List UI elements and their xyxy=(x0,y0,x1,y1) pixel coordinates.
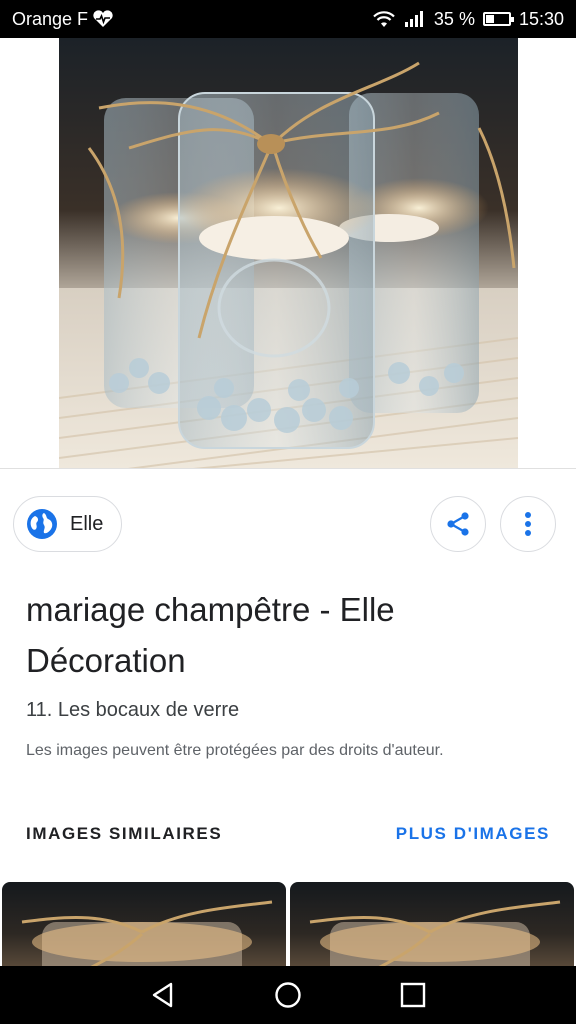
similar-images-heading: IMAGES SIMILAIRES xyxy=(26,824,223,843)
hero-container xyxy=(0,38,576,468)
wifi-icon xyxy=(373,11,395,27)
signal-icon xyxy=(404,11,423,27)
share-icon xyxy=(447,512,469,536)
copyright-notice: Les images peuvent être protégées par de… xyxy=(26,742,444,759)
home-icon[interactable] xyxy=(274,981,302,1009)
status-left: Orange F xyxy=(12,9,114,30)
back-icon[interactable] xyxy=(149,981,177,1009)
carrier-name: Orange F xyxy=(12,8,89,29)
mason-jar-candles-image[interactable] xyxy=(59,38,518,468)
mason-jar-illustration xyxy=(59,61,518,468)
source-chip[interactable]: Elle xyxy=(13,496,123,552)
navigation-bar xyxy=(0,966,576,1024)
battery-fill xyxy=(485,15,494,23)
thumbnail-illustration xyxy=(21,900,273,968)
divider xyxy=(0,468,576,469)
thumbnail-illustration xyxy=(309,900,561,968)
source-name: Elle xyxy=(70,512,104,535)
more-vert-icon xyxy=(525,512,531,536)
recents-icon[interactable] xyxy=(399,981,427,1009)
result-title[interactable]: mariage champêtre - Elle Décoration xyxy=(26,584,556,686)
status-bar: Orange F 35 % 15:30 xyxy=(0,0,576,38)
share-button[interactable] xyxy=(430,496,486,552)
battery-percent: 35 % xyxy=(433,8,475,29)
result-subtitle: 11. Les bocaux de verre xyxy=(26,699,240,721)
similar-image-thumbnail[interactable] xyxy=(290,882,574,968)
heart-monitor-icon xyxy=(93,10,113,28)
status-right: 35 % 15:30 xyxy=(372,9,564,30)
battery-icon xyxy=(482,12,514,26)
clock: 15:30 xyxy=(518,8,564,29)
globe-icon xyxy=(27,509,57,539)
more-images-link[interactable]: PLUS D'IMAGES xyxy=(396,824,550,844)
similar-image-thumbnail[interactable] xyxy=(2,882,286,968)
more-options-button[interactable] xyxy=(500,496,556,552)
